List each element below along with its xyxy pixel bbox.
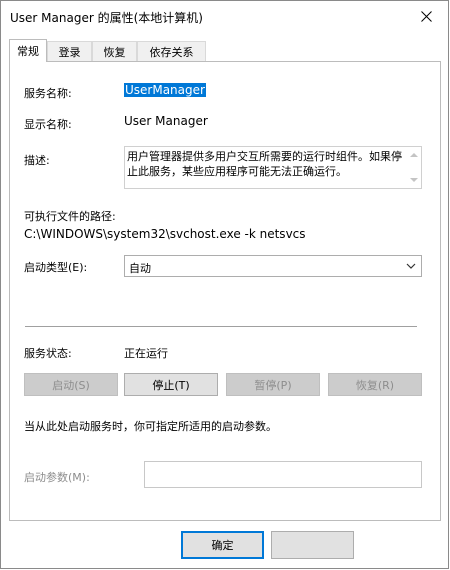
display-name-label: 显示名称:: [24, 118, 72, 131]
display-name-value[interactable]: User Manager: [124, 114, 208, 128]
tab-recovery-label: 恢复: [103, 45, 126, 59]
tab-logon-label: 登录: [58, 45, 81, 59]
stop-button[interactable]: 停止(T): [124, 373, 218, 396]
start-params-input[interactable]: [144, 461, 422, 488]
chevron-down-icon: [406, 263, 416, 269]
resume-button[interactable]: 恢复(R): [328, 373, 422, 396]
ok-button-label: 确定: [211, 539, 234, 552]
resume-button-label: 恢复(R): [355, 378, 395, 392]
close-icon: [420, 10, 432, 22]
separator: [25, 326, 417, 327]
scroll-up-icon[interactable]: [410, 153, 418, 157]
description-text: 用户管理器提供多用户交互所需要的运行时组件。如果停止此服务，某些应用程序可能无法…: [127, 150, 402, 178]
pause-button[interactable]: 暂停(P): [226, 373, 320, 396]
start-button-label: 启动(S): [52, 378, 90, 392]
pause-button-label: 暂停(P): [254, 378, 292, 392]
description-label: 描述:: [24, 154, 50, 167]
title-bar: User Manager 的属性(本地计算机): [1, 1, 448, 31]
tab-general[interactable]: 常规: [9, 39, 47, 62]
ok-button[interactable]: 确定: [181, 531, 264, 559]
startup-type-label: 启动类型(E):: [24, 261, 88, 274]
exe-path-value: C:\WINDOWS\system32\svchost.exe -k netsv…: [24, 227, 306, 241]
tab-recovery[interactable]: 恢复: [92, 41, 137, 61]
stop-button-label: 停止(T): [152, 378, 190, 392]
close-button[interactable]: [404, 1, 448, 31]
start-params-hint: 当从此处启动服务时，你可指定所适用的启动参数。: [24, 420, 277, 433]
description-scrollbar[interactable]: [407, 147, 421, 188]
start-button[interactable]: 启动(S): [24, 373, 118, 396]
tab-logon[interactable]: 登录: [47, 41, 92, 61]
service-name-value[interactable]: UserManager: [124, 83, 206, 97]
description-box[interactable]: 用户管理器提供多用户交互所需要的运行时组件。如果停止此服务，某些应用程序可能无法…: [124, 146, 422, 189]
tab-dependencies[interactable]: 依存关系: [137, 41, 206, 61]
properties-window: User Manager 的属性(本地计算机) 常规 登录 恢复 依存关系 服务…: [0, 0, 449, 569]
service-status-value: 正在运行: [124, 347, 168, 360]
service-name-selection: UserManager: [124, 83, 206, 97]
exe-path-label: 可执行文件的路径:: [24, 210, 116, 223]
startup-type-select[interactable]: 自动: [124, 255, 422, 277]
startup-type-value: 自动: [129, 262, 151, 275]
service-status-label: 服务状态:: [24, 347, 72, 360]
cancel-button[interactable]: [271, 531, 354, 559]
window-title: User Manager 的属性(本地计算机): [10, 11, 203, 25]
tab-dependencies-label: 依存关系: [149, 45, 194, 59]
start-params-label: 启动参数(M):: [24, 471, 90, 484]
service-name-label: 服务名称:: [24, 87, 72, 100]
tab-general-label: 常规: [17, 45, 39, 58]
scroll-down-icon[interactable]: [410, 178, 418, 182]
general-panel: 服务名称: UserManager 显示名称: User Manager 描述:…: [9, 61, 441, 521]
